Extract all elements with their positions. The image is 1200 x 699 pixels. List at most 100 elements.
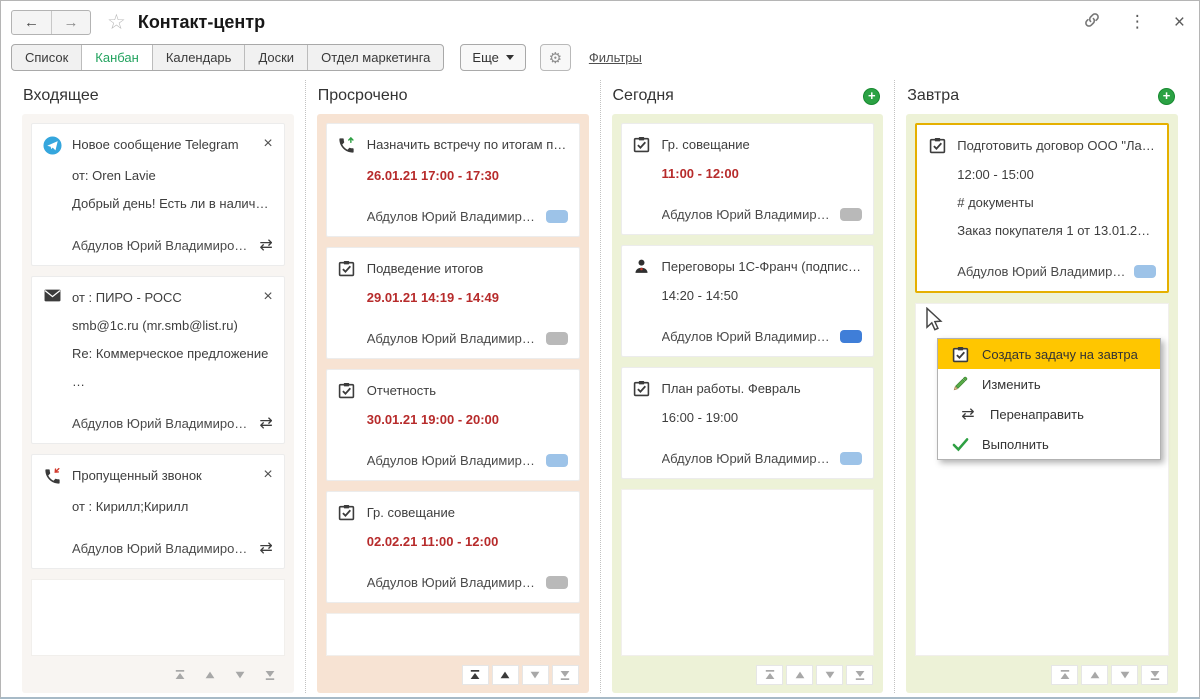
status-badge [546,576,568,589]
card-footer: Абдулов Юрий Владимиро…⇄ [72,237,273,253]
task-icon [632,379,652,397]
kanban-card[interactable]: Отчетность30.01.21 19:00 - 20:00Абдулов … [326,369,580,481]
nav-first-button[interactable] [167,665,194,685]
person-icon [632,257,652,275]
nav-last-button[interactable] [257,665,284,685]
column-title: Просрочено [318,87,408,105]
assignee-label: Абдулов Юрий Владимиро… [72,541,251,556]
card-due-date: 02.02.21 11:00 - 12:00 [367,534,568,549]
telegram-icon [42,135,62,155]
tab-list[interactable]: Список [12,45,82,70]
task-icon [337,259,357,277]
card-head: Переговоры 1С-Франч (подписк… [632,257,863,275]
card-footer: Абдулов Юрий Владимиро… [367,209,568,224]
favorite-star-icon[interactable]: ☆ [107,12,126,33]
kanban-card[interactable]: Новое сообщение Telegram×от: Oren LavieД… [31,123,285,266]
kanban-card[interactable]: Подведение итогов29.01.21 14:19 - 14:49А… [326,247,580,359]
assignee-label: Абдулов Юрий Владимиро… [662,451,833,466]
tab-marketing[interactable]: Отдел маркетинга [308,45,443,70]
card-head: Гр. совещание [632,135,863,153]
nav-last-button[interactable] [1141,665,1168,685]
mail-icon [42,288,62,302]
status-badge [1134,265,1156,278]
assignee-label: Абдулов Юрий Владимиро… [367,209,538,224]
status-badge [546,454,568,467]
menu-item-redirect[interactable]: ⇄Перенаправить [938,399,1160,429]
menu-item-complete[interactable]: Выполнить [938,429,1160,459]
empty-list-area [31,579,285,656]
card-line: 16:00 - 19:00 [662,410,863,425]
add-task-button[interactable]: + [863,88,880,105]
card-footer: Абдулов Юрий Владимиро… ⇄ [72,540,273,556]
nav-down-button[interactable] [816,665,843,685]
assignee-label: Абдулов Юрий Владимиро… [72,416,251,431]
card-footer: Абдулов Юрий Владимиро… [367,575,568,590]
task-icon [951,346,969,363]
empty-list-area [621,489,875,656]
redirect-icon[interactable]: ⇄ [259,415,272,431]
menu-item-edit[interactable]: Изменить [938,369,1160,399]
add-task-button[interactable]: + [1158,88,1175,105]
card-close-icon[interactable]: × [263,288,272,305]
nav-last-button[interactable] [552,665,579,685]
list-nav-row [621,664,875,689]
kanban-card[interactable]: от : ПИРО - РОСС×smb@1c.ru (mr.smb@list.… [31,276,285,444]
redirect-icon: ⇄ [959,406,977,422]
kanban-card[interactable]: Переговоры 1С-Франч (подписк… 14:20 - 14:… [621,245,875,357]
nav-up-button[interactable] [197,665,224,685]
check-icon [951,437,969,452]
tab-kanban[interactable]: Канбан [82,45,153,70]
nav-up-button[interactable] [492,665,519,685]
kanban-card[interactable]: Гр. совещание 02.02.21 11:00 - 12:00 Абдул… [326,491,580,603]
tab-boards[interactable]: Доски [245,45,308,70]
kanban-card[interactable]: Гр. совещание11:00 - 12:00Абдулов Юрий В… [621,123,875,235]
column-header: Просрочено [317,80,589,114]
nav-down-button[interactable] [522,665,549,685]
card-head: Пропущенный звонок× [42,466,273,486]
nav-down-button[interactable] [227,665,254,685]
card-title: от : ПИРО - РОСС [72,288,255,305]
card-title: Переговоры 1С-Франч (подписк… [662,257,863,274]
redirect-icon[interactable]: ⇄ [259,237,272,253]
kanban-card[interactable]: Назначить встречу по итогам пр…26.01.21 … [326,123,580,237]
card-head: План работы. Февраль [632,379,863,397]
card-close-icon[interactable]: × [263,466,272,483]
nav-first-button[interactable] [462,665,489,685]
empty-list-area [326,613,580,656]
call-out-icon [337,135,357,155]
card-title: План работы. Февраль [662,379,863,396]
close-icon[interactable]: × [1174,13,1185,32]
history-nav-group: ← → [11,10,91,35]
settings-gear-button[interactable]: ⚙ [540,44,571,71]
status-badge [546,210,568,223]
filters-link[interactable]: Фильтры [589,50,642,65]
kanban-card[interactable]: План работы. Февраль 16:00 - 19:00 Абдулов… [621,367,875,479]
kanban-card[interactable]: Пропущенный звонок×от : Кирилл;КириллАбд… [31,454,285,569]
title-bar: ← → ☆ Контакт-центр ⋮ × [1,1,1199,39]
nav-down-button[interactable] [1111,665,1138,685]
nav-up-button[interactable] [786,665,813,685]
link-icon[interactable] [1083,11,1101,34]
column-title: Входящее [23,87,99,105]
nav-first-button[interactable] [756,665,783,685]
status-badge [840,208,862,221]
redirect-icon[interactable]: ⇄ [259,540,272,556]
card-footer: Абдулов Юрий Владимиро… [957,264,1156,279]
card-head: Гр. совещание [337,503,568,521]
menu-item-create-task-tomorrow[interactable]: Создать задачу на завтра [938,339,1160,369]
kanban-card[interactable]: Подготовить договор ООО "Лав…12:00 - 15:… [915,123,1169,293]
nav-last-button[interactable] [846,665,873,685]
card-head: Подготовить договор ООО "Лав… [927,136,1156,154]
nav-first-button[interactable] [1051,665,1078,685]
card-line: 14:20 - 14:50 [662,288,863,303]
tab-calendar[interactable]: Календарь [153,45,246,70]
card-close-icon[interactable]: × [263,135,272,152]
assignee-label: Абдулов Юрий Владимиро… [367,331,538,346]
forward-button[interactable]: → [51,11,90,34]
kebab-menu-icon[interactable]: ⋮ [1129,14,1146,31]
assignee-label: Абдулов Юрий Владимиро… [367,575,538,590]
more-button[interactable]: Еще [460,44,525,71]
column-header: Сегодня+ [612,80,884,114]
nav-up-button[interactable] [1081,665,1108,685]
back-button[interactable]: ← [12,11,51,34]
